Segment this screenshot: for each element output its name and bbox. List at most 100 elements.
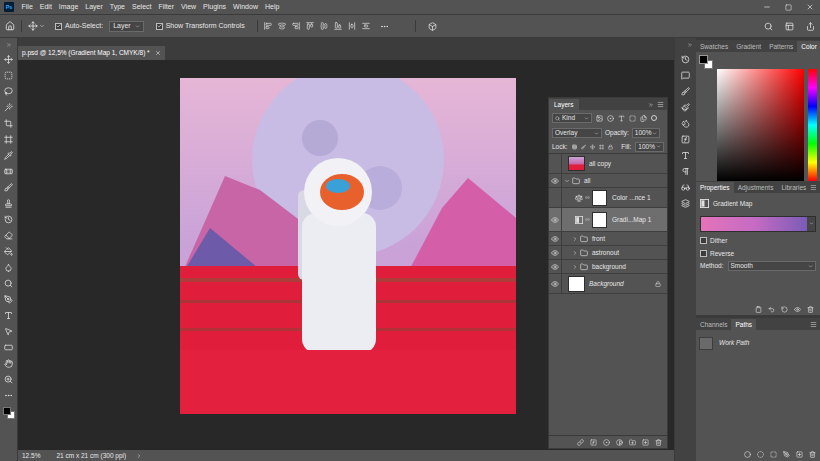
more-options-icon[interactable] <box>380 22 389 31</box>
path-row[interactable]: Work Path <box>696 334 820 352</box>
pixel-filter-icon[interactable] <box>596 115 603 122</box>
menu-item[interactable]: Layer <box>82 2 107 13</box>
panel-tab[interactable]: Color <box>797 41 820 52</box>
brushes-icon[interactable] <box>681 103 690 112</box>
brush-icon[interactable] <box>4 183 13 192</box>
filter-toggle[interactable] <box>651 115 657 121</box>
opacity-field[interactable]: 100% <box>632 128 661 138</box>
comments-icon[interactable] <box>681 71 690 80</box>
align-right-icon[interactable] <box>292 22 300 30</box>
panel-tab[interactable]: Swatches <box>696 41 732 52</box>
close-icon[interactable] <box>806 3 814 11</box>
distribute-vertical-icon[interactable] <box>362 22 370 30</box>
layer-row[interactable]: Color ...nce 1 <box>549 188 667 208</box>
paint-bucket-icon[interactable] <box>4 247 13 256</box>
method-dropdown[interactable]: Smooth <box>728 261 817 271</box>
3d-mode-icon[interactable] <box>428 22 437 31</box>
panel-menu-icon[interactable] <box>657 101 664 108</box>
color-field[interactable] <box>717 69 804 181</box>
visibility-icon[interactable] <box>794 306 801 313</box>
distribute-horizontal-icon[interactable] <box>348 22 356 30</box>
collapse-icon[interactable] <box>572 236 578 242</box>
layer-name[interactable]: Background <box>589 279 624 289</box>
menu-item[interactable]: Filter <box>155 2 178 13</box>
chevron-down-icon[interactable] <box>39 23 45 29</box>
eye-icon[interactable] <box>551 235 559 243</box>
adjustment-filter-icon[interactable] <box>607 115 614 122</box>
option-label[interactable]: Reverse <box>710 249 734 259</box>
history-brush-icon[interactable] <box>4 215 13 224</box>
link-icon[interactable] <box>585 217 590 222</box>
fill-field[interactable]: 100% <box>635 142 664 152</box>
link-icon[interactable] <box>585 195 590 200</box>
brush-settings-icon[interactable] <box>681 87 690 96</box>
close-tab-icon[interactable] <box>155 50 161 56</box>
layer-row[interactable]: all <box>549 174 667 188</box>
collapse-dock-icon[interactable] <box>687 42 693 48</box>
paragraph-icon[interactable] <box>681 167 690 176</box>
layer-row[interactable]: Background <box>549 274 667 294</box>
filter-dropdown[interactable]: Kind <box>552 113 592 123</box>
menu-item[interactable]: File <box>18 2 36 13</box>
menu-item[interactable]: View <box>178 2 200 13</box>
zoom-level[interactable]: 12.5% <box>22 451 40 461</box>
type-icon[interactable] <box>4 311 13 320</box>
move-tool-icon[interactable] <box>28 21 38 31</box>
menu-item[interactable]: Plugins <box>200 2 230 13</box>
zoom-icon[interactable] <box>4 375 13 384</box>
healing-icon[interactable] <box>4 167 13 176</box>
new-path-icon[interactable] <box>796 451 803 458</box>
maximize-icon[interactable] <box>785 4 792 11</box>
lock-icon[interactable] <box>655 281 661 287</box>
marquee-icon[interactable] <box>4 71 13 80</box>
eye-icon[interactable] <box>551 280 559 288</box>
menu-item[interactable]: Select <box>129 2 155 13</box>
collapse-icon[interactable] <box>648 102 654 108</box>
more-tools-icon[interactable] <box>4 391 13 400</box>
menu-item[interactable]: Image <box>55 2 81 13</box>
add-mask-icon[interactable] <box>603 439 610 446</box>
layer-name[interactable]: all copy <box>589 159 611 169</box>
blur-icon[interactable] <box>4 263 13 272</box>
previous-state-icon[interactable] <box>768 306 775 313</box>
clip-to-layer-icon[interactable] <box>755 306 762 313</box>
option-checkbox[interactable] <box>700 237 707 244</box>
menu-item[interactable]: Help <box>261 2 282 13</box>
panel-tab[interactable]: Gradient <box>732 41 765 52</box>
shape-filter-icon[interactable] <box>629 115 636 122</box>
crop-icon[interactable] <box>4 119 13 128</box>
option-label[interactable]: Dither <box>710 236 727 246</box>
expand-icon[interactable] <box>564 178 570 184</box>
lock-position-icon[interactable] <box>590 144 595 150</box>
layer-style-icon[interactable] <box>590 439 597 446</box>
eye-icon[interactable] <box>551 249 559 257</box>
align-bottom-icon[interactable] <box>334 22 342 30</box>
target-dropdown[interactable]: Layer <box>109 21 144 32</box>
delete-icon[interactable] <box>655 439 662 446</box>
minimize-icon[interactable] <box>763 3 771 11</box>
status-menu-icon[interactable] <box>136 453 142 459</box>
stroke-path-icon[interactable] <box>757 451 764 458</box>
eye-icon[interactable] <box>551 177 559 185</box>
share-icon[interactable] <box>806 22 815 31</box>
layer-name[interactable]: all <box>584 176 591 186</box>
panel-tab[interactable]: Libraries <box>777 182 810 193</box>
align-left-icon[interactable] <box>264 22 272 30</box>
move-icon[interactable] <box>4 55 13 64</box>
path-selection-icon[interactable] <box>4 327 13 336</box>
collapse-icon[interactable] <box>572 250 578 256</box>
clone-stamp-icon[interactable] <box>4 199 13 208</box>
lock-pixels-icon[interactable] <box>581 144 586 150</box>
menu-item[interactable]: Window <box>230 2 262 13</box>
pen-icon[interactable] <box>4 295 13 304</box>
type-filter-icon[interactable] <box>618 115 625 122</box>
history-icon[interactable] <box>681 55 690 64</box>
dodge-icon[interactable] <box>4 279 13 288</box>
expand-toolbar-icon[interactable] <box>6 42 12 48</box>
auto-select-checkbox[interactable] <box>55 23 62 30</box>
transform-controls-checkbox[interactable] <box>156 23 163 30</box>
delete-icon[interactable] <box>807 306 814 313</box>
layer-row[interactable]: astronout <box>549 246 667 260</box>
foreground-color-swatch[interactable] <box>3 407 11 415</box>
eye-icon[interactable] <box>551 216 559 224</box>
